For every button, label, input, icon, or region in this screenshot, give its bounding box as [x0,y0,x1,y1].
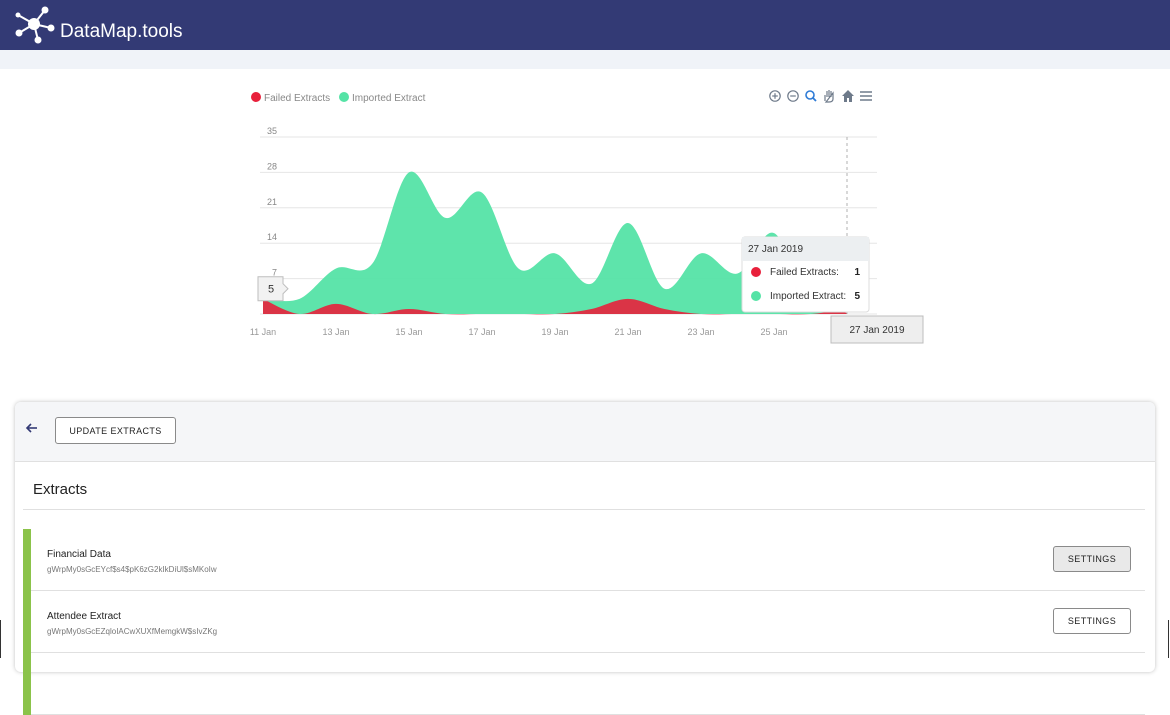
pan-hand-icon[interactable] [825,90,833,102]
home-icon[interactable] [842,90,854,102]
extract-id: gWrpMy0sGcEYcf$s4$pK6zG2kIkDiUl$sMKoIw [47,565,217,574]
extract-row[interactable]: Financial Data gWrpMy0sGcEYcf$s4$pK6zG2k… [23,529,1145,591]
tooltip-value: 5 [854,291,860,302]
settings-button[interactable]: SETTINGS [1053,546,1131,572]
update-extracts-button[interactable]: UPDATE EXTRACTS [55,417,176,444]
extract-id: gWrpMy0sGcEZqloIACwXUXfMemgkW$sIvZKg [47,627,217,636]
icon-part [813,98,816,101]
settings-button[interactable]: SETTINGS [1053,608,1131,634]
tooltip-title: 27 Jan 2019 [748,244,803,255]
x-axis-ticks: 11 Jan 13 Jan 15 Jan 17 Jan 19 Jan 21 Jan 23 J… [250,327,788,337]
panel-header: UPDATE EXTRACTS [15,402,1155,462]
back-arrow-icon[interactable] [25,421,39,435]
row-accent-bar [23,529,31,591]
x-tick-label: 23 Jan [687,327,714,337]
zoom-out-icon[interactable] [788,91,798,101]
legend-label: Failed Extracts [264,93,330,104]
x-tick-label: 19 Jan [541,327,568,337]
section-title: Extracts [33,481,87,498]
magnifier-icon[interactable] [806,91,816,101]
app-header: DataMap.tools [0,0,1170,50]
y-tick-label: 7 [272,268,277,278]
y-crosshair-label: 5 [268,284,274,296]
row-accent-bar [23,653,31,715]
section-divider [23,509,1145,510]
tooltip-label: Imported Extract: [770,291,846,302]
icon-part [825,90,833,102]
legend-marker [339,92,349,102]
y-tick-label: 14 [267,232,277,242]
legend-marker [251,92,261,102]
window-edge-left [0,620,1,658]
chart-legend: Failed Extracts Imported Extract [251,92,426,104]
chart-tooltip: 27 Jan 2019 Failed Extracts: 1 Imported Ext… [742,237,869,312]
chart-toolbar [770,90,872,102]
extract-row[interactable]: Attendee Extract gWrpMy0sGcEZqloIACwXUXf… [23,591,1145,653]
x-tick-label: 25 Jan [760,327,787,337]
y-tick-label: 21 [267,197,277,207]
row-accent-bar [23,591,31,653]
extract-name: Attendee Extract [47,611,121,622]
y-tick-label: 28 [267,161,277,171]
x-tick-label: 13 Jan [322,327,349,337]
icon-part [806,91,814,99]
sub-header-bar [0,50,1170,69]
tooltip-label: Failed Extracts: [770,267,839,278]
x-tick-label: 11 Jan [250,327,276,337]
legend-label: Imported Extract [352,93,426,104]
app-title: DataMap.tools [60,21,183,43]
network-logo-icon [12,4,56,46]
menu-icon[interactable] [860,92,872,100]
x-tick-label: 21 Jan [614,327,641,337]
extract-row[interactable] [23,653,1145,715]
x-tick-label: 15 Jan [395,327,422,337]
x-crosshair-label: 27 Jan 2019 [849,325,904,336]
zoom-in-icon[interactable] [770,91,780,101]
extracts-area-chart[interactable]: 3528211470 11 Jan13 Jan15 Jan17 Jan19 Ja… [240,80,940,350]
tooltip-marker [751,291,761,301]
extract-name: Financial Data [47,549,111,560]
window-edge-right [1168,620,1169,658]
y-tick-label: 35 [267,126,277,136]
tooltip-marker [751,267,761,277]
extracts-panel: UPDATE EXTRACTS Extracts Financial Data … [15,402,1155,672]
x-tick-label: 17 Jan [468,327,495,337]
tooltip-value: 1 [854,267,860,278]
icon-part [842,90,854,102]
